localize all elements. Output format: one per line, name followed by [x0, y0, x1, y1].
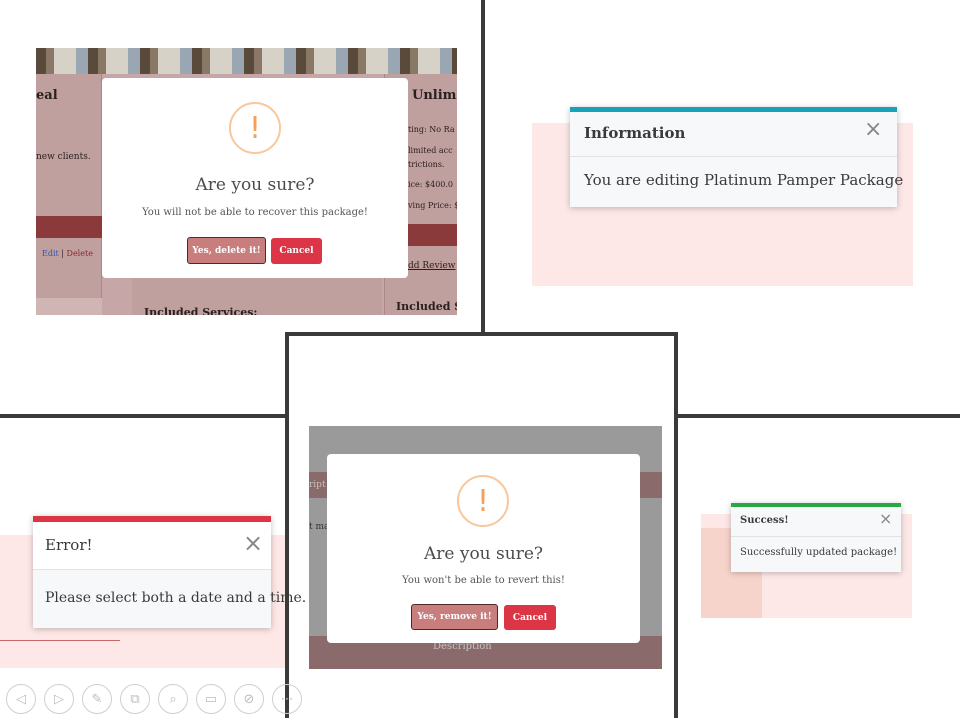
right-card-section: Included Se — [396, 300, 457, 313]
more-icon[interactable]: ⋯ — [272, 684, 302, 714]
cancel-button[interactable]: Cancel — [504, 605, 556, 630]
bg-text-1: ript — [309, 480, 326, 490]
dialog-title: Are you sure? — [195, 175, 315, 195]
error-toast-header: Error! × — [33, 522, 271, 570]
right-card-line-5: ving Price: $ — [408, 201, 457, 210]
warning-icon-glyph: ! — [476, 483, 490, 519]
success-toast-title: Success! — [740, 515, 789, 526]
subtitles-icon[interactable]: ▭ — [196, 684, 226, 714]
pen-icon[interactable]: ✎ — [82, 684, 112, 714]
divider-horizontal-left — [0, 414, 288, 418]
right-card-line-1: ting: No Ra — [408, 125, 455, 134]
link-separator: | — [61, 249, 64, 258]
left-card-footer — [36, 298, 102, 315]
left-card — [36, 74, 102, 315]
left-card-text: new clients. — [36, 152, 91, 162]
delete-confirm-dialog: ! Are you sure? You will not be able to … — [102, 78, 408, 278]
remove-confirm-button[interactable]: Yes, remove it! — [411, 604, 498, 630]
success-toast: Success! × Successfully updated package! — [731, 503, 901, 572]
error-toast-message: Please select both a date and a time. — [45, 590, 307, 606]
left-card-heading: eal — [36, 88, 58, 103]
right-card-band — [406, 224, 457, 246]
next-icon[interactable]: ▷ — [44, 684, 74, 714]
right-card-line-2: limited acc — [408, 146, 453, 155]
success-toast-message: Successfully updated package! — [740, 547, 898, 558]
dialog-text: You will not be able to recover this pac… — [142, 207, 368, 218]
divider-horizontal-right — [676, 414, 960, 418]
divider-vertical-center-right — [674, 332, 678, 718]
middle-card-section: Included Services: — [144, 306, 258, 315]
close-icon[interactable]: × — [879, 511, 892, 527]
close-icon[interactable]: × — [864, 119, 882, 141]
info-toast-header: Information × — [570, 112, 897, 157]
divider-vertical-top — [481, 0, 485, 332]
info-toast-message: You are editing Platinum Pamper Package — [584, 171, 904, 189]
delete-package-screenshot: eal new clients. Edit | Delete Unlimi ti… — [36, 48, 457, 315]
right-card-line-3: trictions. — [408, 160, 445, 169]
warning-icon-glyph: ! — [248, 110, 262, 146]
warning-icon: ! — [229, 102, 281, 154]
error-toast: Error! × Please select both a date and a… — [33, 516, 306, 628]
divider-vertical-center-left — [285, 332, 289, 718]
close-icon[interactable]: × — [243, 531, 263, 555]
success-toast-header: Success! × — [731, 507, 901, 537]
zoom-icon[interactable]: ⌕ — [158, 684, 188, 714]
remove-confirm-screenshot: ript t ma Description ! Are you sure? Yo… — [309, 426, 662, 669]
info-toast-title: Information — [584, 124, 686, 142]
right-card-line-4: ice: $400.0 — [408, 180, 454, 189]
left-card-band — [36, 216, 102, 238]
warning-icon: ! — [457, 475, 509, 527]
remove-confirm-dialog: ! Are you sure? You won't be able to rev… — [327, 454, 640, 643]
delete-confirm-button[interactable]: Yes, delete it! — [187, 237, 266, 264]
video-off-icon[interactable]: ⊘ — [234, 684, 264, 714]
info-toast: Information × You are editing Platinum P… — [570, 107, 903, 207]
dialog-text: You won't be able to revert this! — [402, 575, 565, 586]
previous-icon[interactable]: ◁ — [6, 684, 36, 714]
error-toast-title: Error! — [45, 536, 93, 554]
divider-horizontal-center — [285, 332, 678, 336]
dialog-title: Are you sure? — [423, 544, 544, 564]
error-underline — [0, 640, 120, 641]
copy-icon[interactable]: ⧉ — [120, 684, 150, 714]
left-card-links: Edit | Delete — [42, 249, 93, 258]
right-card-heading: Unlimi — [412, 88, 457, 103]
cancel-button[interactable]: Cancel — [271, 238, 322, 264]
header-photo — [36, 48, 457, 74]
edit-link[interactable]: Edit — [42, 249, 59, 258]
add-review-link[interactable]: dd Review — [408, 261, 455, 271]
delete-link[interactable]: Delete — [67, 249, 93, 258]
